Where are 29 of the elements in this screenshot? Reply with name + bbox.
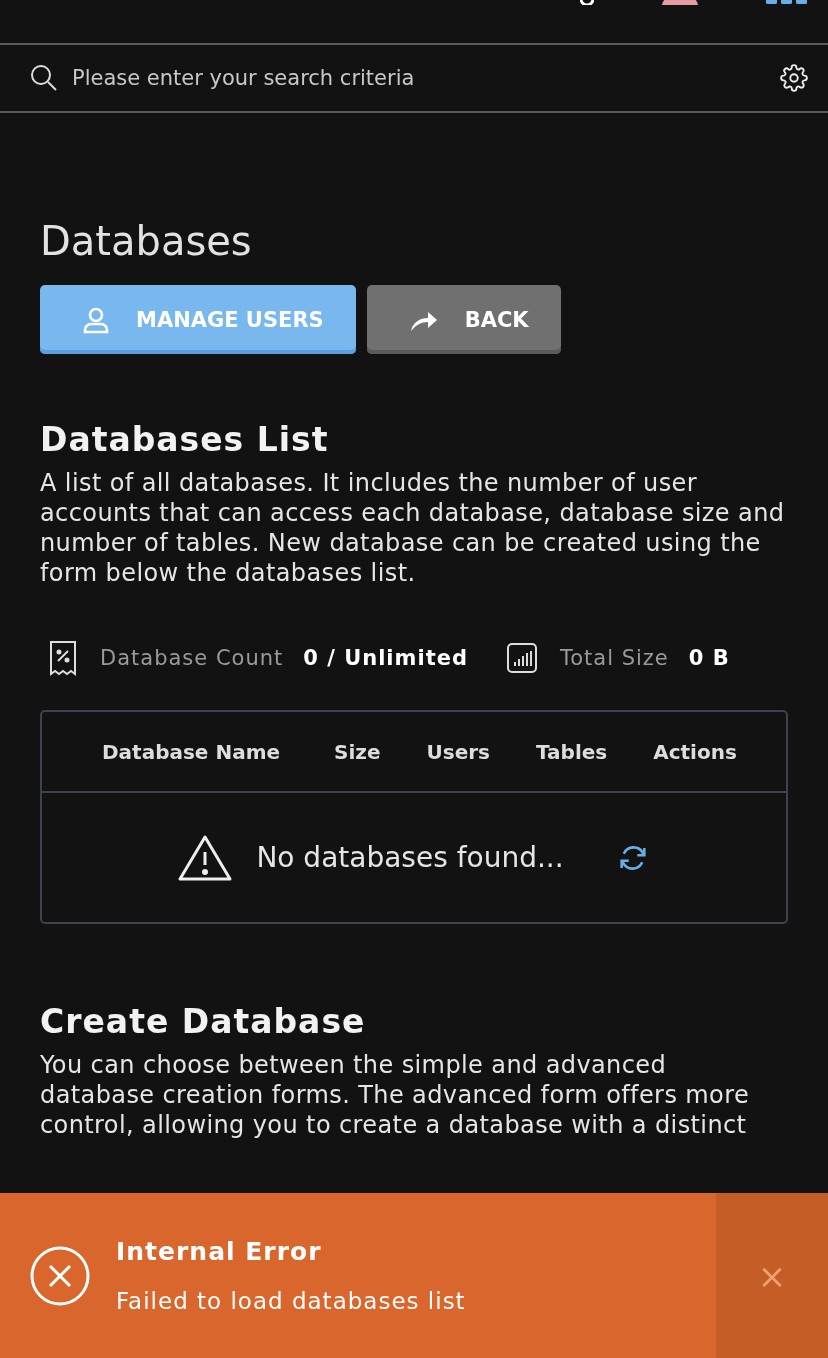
stat-label: Total Size — [559, 646, 669, 670]
section-heading: Create Database — [40, 1002, 367, 1042]
receipt-percent-icon — [48, 640, 78, 676]
column-header: Database Name — [102, 739, 281, 764]
stat-value: 0 / Unlimited — [303, 646, 468, 670]
search-icon — [30, 64, 58, 92]
stat-value: 0 B — [688, 646, 730, 670]
user-icon — [82, 305, 110, 334]
manage-users-button[interactable]: MANAGE USERS — [40, 285, 356, 354]
section-heading: Databases List — [40, 420, 330, 460]
search-field[interactable]: Please enter your search criteria — [70, 65, 768, 91]
column-header: Actions — [653, 739, 737, 764]
column-header: Users — [426, 739, 490, 764]
warning-icon — [178, 833, 233, 882]
section-description: You can choose between the simple and advanced database creation forms. The advanced form offers more control, allowing you to create a database with a distinct — [40, 1050, 751, 1140]
error-circle-icon — [30, 1245, 90, 1306]
toast-title: Internal Error — [116, 1237, 323, 1266]
section-description: A list of all databases. It includes the number of user accounts that can access each database, database size and number of tables. New database can be created using the form below the databases list. — [40, 468, 786, 588]
toast-message: Failed to load databases list — [116, 1288, 466, 1314]
close-button[interactable]: × — [716, 1193, 828, 1358]
page-title: Databases — [40, 217, 253, 265]
settings-icon[interactable] — [780, 64, 808, 92]
back-button[interactable]: BACK — [366, 285, 561, 354]
column-header: Tables — [536, 739, 608, 764]
column-header: Size — [334, 739, 381, 764]
stat-label: Database Count — [100, 646, 284, 670]
empty-message: No databases found... — [256, 841, 564, 874]
grid-icon[interactable] — [766, 0, 808, 5]
bar-chart-icon — [505, 642, 538, 674]
